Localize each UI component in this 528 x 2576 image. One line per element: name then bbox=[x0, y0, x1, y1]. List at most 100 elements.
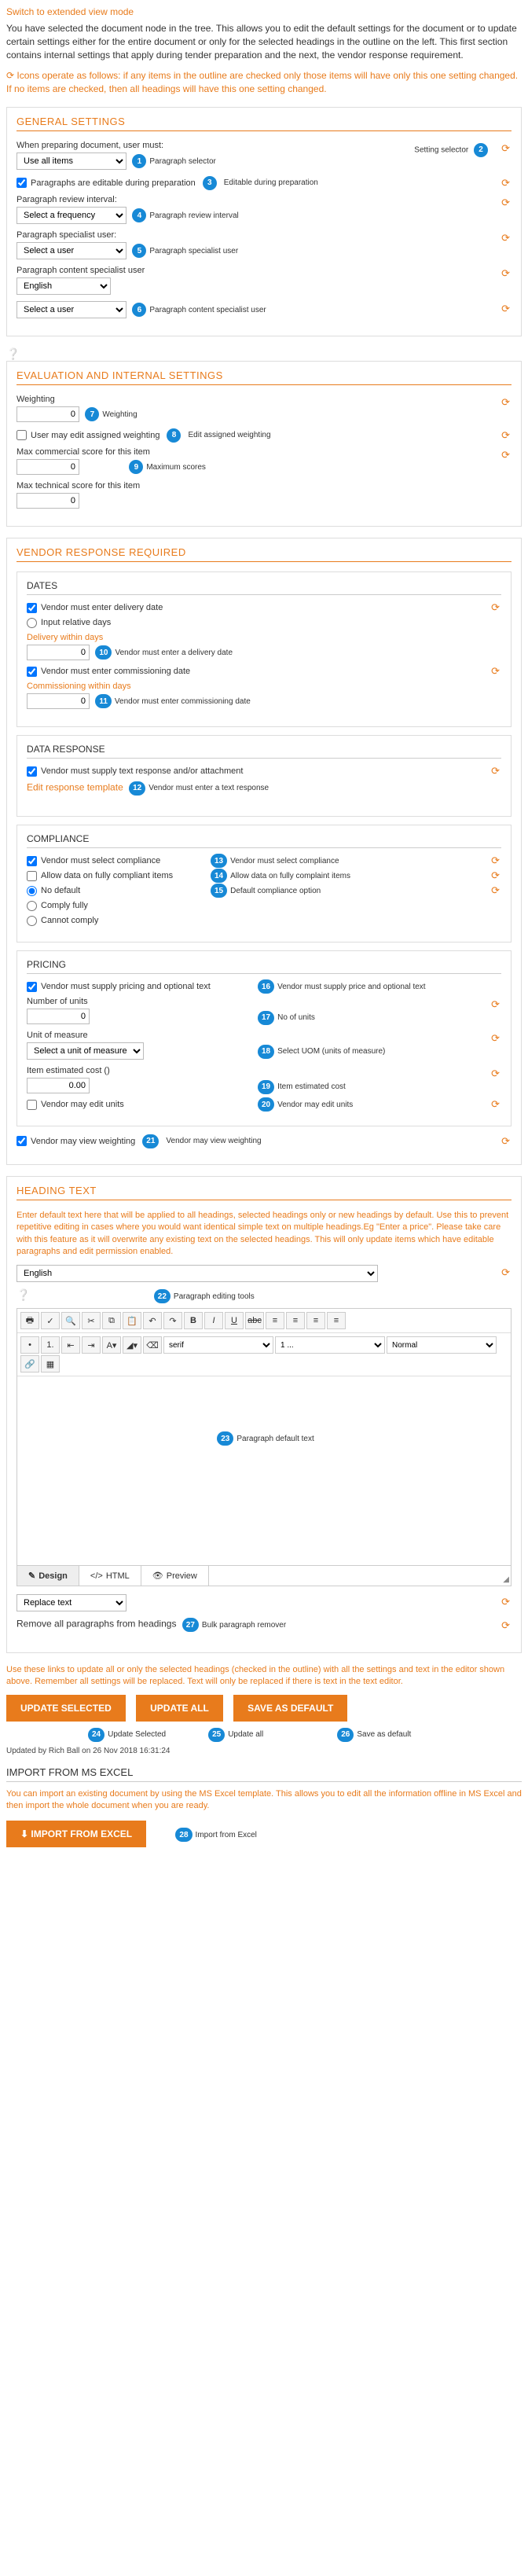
badge-13: 13 bbox=[211, 854, 227, 868]
supply-pricing-checkbox[interactable] bbox=[27, 982, 37, 992]
refresh-icon[interactable]: ⟳ bbox=[501, 449, 510, 461]
align-left-icon[interactable]: ≡ bbox=[266, 1312, 284, 1329]
refresh-icon[interactable]: ⟳ bbox=[491, 1032, 500, 1045]
resize-handle-icon[interactable]: ◢ bbox=[503, 1575, 509, 1584]
redo-icon[interactable]: ↷ bbox=[163, 1312, 182, 1329]
refresh-icon[interactable]: ⟳ bbox=[501, 1619, 510, 1632]
refresh-icon[interactable]: ⟳ bbox=[491, 869, 500, 882]
cut-icon[interactable]: ✂ bbox=[82, 1312, 101, 1329]
commission-date-checkbox[interactable] bbox=[27, 667, 37, 677]
bgcolor-icon[interactable]: ◢▾ bbox=[123, 1336, 141, 1354]
select-compliance-checkbox[interactable] bbox=[27, 856, 37, 866]
uom-select[interactable]: Select a unit of measure bbox=[27, 1042, 144, 1060]
refresh-icon[interactable]: ⟳ bbox=[501, 197, 510, 209]
indent-icon[interactable]: ⇥ bbox=[82, 1336, 101, 1354]
refresh-icon[interactable]: ⟳ bbox=[491, 601, 500, 614]
tab-html[interactable]: </>HTML bbox=[79, 1566, 141, 1586]
spellcheck-icon[interactable]: ✓ bbox=[41, 1312, 60, 1329]
find-icon[interactable]: 🔍 bbox=[61, 1312, 80, 1329]
outdent-icon[interactable]: ⇤ bbox=[61, 1336, 80, 1354]
delivery-date-checkbox[interactable] bbox=[27, 603, 37, 613]
remove-paragraphs-label: Remove all paragraphs from headings bbox=[16, 1619, 176, 1630]
refresh-icon[interactable]: ⟳ bbox=[501, 232, 510, 244]
units-input[interactable] bbox=[27, 1009, 90, 1024]
refresh-icon[interactable]: ⟳ bbox=[501, 303, 510, 315]
tab-preview[interactable]: 👁Preview bbox=[141, 1566, 209, 1586]
badge-10: 10 bbox=[95, 645, 112, 660]
font-family-select[interactable]: serif bbox=[163, 1336, 273, 1354]
refresh-icon[interactable]: ⟳ bbox=[491, 998, 500, 1011]
save-default-button[interactable]: SAVE AS DEFAULT bbox=[233, 1695, 347, 1722]
align-center-icon[interactable]: ≡ bbox=[286, 1312, 305, 1329]
font-size-select[interactable]: 1 ... bbox=[275, 1336, 385, 1354]
refresh-icon[interactable]: ⟳ bbox=[501, 142, 510, 155]
view-weighting-checkbox[interactable] bbox=[16, 1136, 27, 1146]
italic-button[interactable]: I bbox=[204, 1312, 223, 1329]
update-all-button[interactable]: UPDATE ALL bbox=[136, 1695, 223, 1722]
refresh-icon[interactable]: ⟳ bbox=[501, 429, 510, 442]
strike-button[interactable]: abc bbox=[245, 1312, 264, 1329]
help-icon[interactable]: ❔ bbox=[16, 1288, 30, 1301]
comply-fully-radio[interactable] bbox=[27, 901, 37, 911]
align-right-icon[interactable]: ≡ bbox=[306, 1312, 325, 1329]
badge-4-label: Paragraph review interval bbox=[149, 211, 238, 220]
paste-icon[interactable]: 📋 bbox=[123, 1312, 141, 1329]
table-icon[interactable]: ▦ bbox=[41, 1355, 60, 1373]
help-icon[interactable]: ❔ bbox=[6, 347, 522, 361]
refresh-icon[interactable]: ⟳ bbox=[491, 854, 500, 867]
cannot-comply-radio[interactable] bbox=[27, 916, 37, 926]
refresh-icon[interactable]: ⟳ bbox=[491, 765, 500, 777]
content-specialist-select[interactable]: Select a user bbox=[16, 301, 126, 318]
delivery-within-input[interactable] bbox=[27, 645, 90, 660]
link-icon[interactable]: 🔗 bbox=[20, 1355, 39, 1373]
import-excel-button[interactable]: ⬇ IMPORT FROM EXCEL bbox=[6, 1821, 146, 1847]
refresh-icon[interactable]: ⟳ bbox=[491, 884, 500, 897]
edit-units-checkbox[interactable] bbox=[27, 1100, 37, 1110]
edit-response-template-link[interactable]: Edit response template bbox=[27, 781, 123, 792]
prep-select[interactable]: Use all items bbox=[16, 153, 126, 170]
relative-days-radio[interactable] bbox=[27, 618, 37, 628]
fontcolor-icon[interactable]: A▾ bbox=[102, 1336, 121, 1354]
underline-button[interactable]: U bbox=[225, 1312, 244, 1329]
max-tech-input[interactable] bbox=[16, 493, 79, 509]
editor-canvas[interactable]: 23Paragraph default text bbox=[17, 1376, 511, 1565]
paragraph-format-select[interactable]: Normal bbox=[387, 1336, 497, 1354]
heading-lang-select[interactable]: English bbox=[16, 1265, 378, 1282]
undo-icon[interactable]: ↶ bbox=[143, 1312, 162, 1329]
refresh-icon[interactable]: ⟳ bbox=[501, 396, 510, 409]
refresh-icon[interactable]: ⟳ bbox=[491, 1068, 500, 1080]
user-edit-weight-checkbox[interactable] bbox=[16, 430, 27, 440]
tab-design[interactable]: ✎Design bbox=[17, 1566, 79, 1586]
lang-select[interactable]: English bbox=[16, 277, 111, 295]
max-comm-input[interactable] bbox=[16, 459, 79, 475]
refresh-icon[interactable]: ⟳ bbox=[501, 1266, 510, 1279]
refresh-icon[interactable]: ⟳ bbox=[501, 1596, 510, 1608]
refresh-icon[interactable]: ⟳ bbox=[491, 1098, 500, 1111]
update-selected-button[interactable]: UPDATE SELECTED bbox=[6, 1695, 126, 1722]
bold-button[interactable]: B bbox=[184, 1312, 203, 1329]
supply-text-checkbox[interactable] bbox=[27, 766, 37, 777]
specialist-select[interactable]: Select a user bbox=[16, 242, 126, 259]
switch-view-link[interactable]: Switch to extended view mode bbox=[6, 6, 522, 17]
replace-text-select[interactable]: Replace text bbox=[16, 1594, 126, 1611]
est-input[interactable] bbox=[27, 1078, 90, 1093]
intro-paragraph: You have selected the document node in t… bbox=[6, 22, 522, 61]
allow-data-checkbox[interactable] bbox=[27, 871, 37, 881]
refresh-icon[interactable]: ⟳ bbox=[501, 1135, 510, 1148]
print-icon[interactable]: 🖶 bbox=[20, 1312, 39, 1329]
ul-icon[interactable]: • bbox=[20, 1336, 39, 1354]
no-default-radio[interactable] bbox=[27, 886, 37, 896]
copy-icon[interactable]: ⧉ bbox=[102, 1312, 121, 1329]
clear-format-icon[interactable]: ⌫ bbox=[143, 1336, 162, 1354]
editable-checkbox[interactable] bbox=[16, 178, 27, 188]
badge-7-label: Weighting bbox=[102, 410, 137, 419]
refresh-icon[interactable]: ⟳ bbox=[491, 665, 500, 678]
ol-icon[interactable]: 1. bbox=[41, 1336, 60, 1354]
refresh-icon[interactable]: ⟳ bbox=[501, 267, 510, 280]
review-select[interactable]: Select a frequency bbox=[16, 207, 126, 224]
align-justify-icon[interactable]: ≡ bbox=[327, 1312, 346, 1329]
refresh-icon[interactable]: ⟳ bbox=[501, 177, 510, 189]
commission-within-input[interactable] bbox=[27, 693, 90, 709]
allow-data-label: Allow data on fully compliant items bbox=[41, 871, 173, 880]
weighting-input[interactable] bbox=[16, 406, 79, 422]
